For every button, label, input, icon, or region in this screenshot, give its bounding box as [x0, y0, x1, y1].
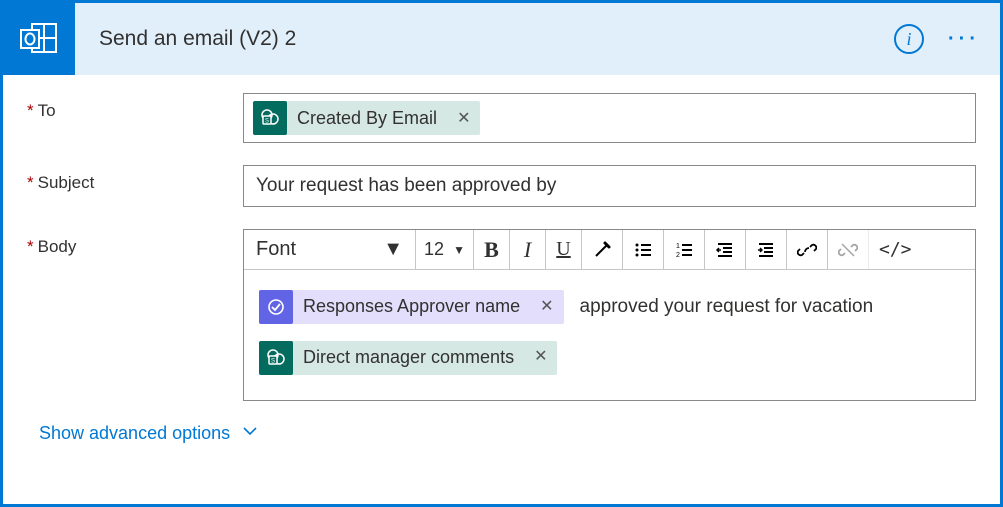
token-label: Created By Email: [287, 108, 447, 129]
token-remove-icon[interactable]: ✕: [524, 338, 557, 376]
link-button[interactable]: [787, 230, 828, 269]
token-label: Direct manager comments: [293, 336, 524, 379]
more-options-button[interactable]: ···: [948, 28, 980, 51]
row-body: *Body Font ▼ 12 ▼ B I U: [27, 229, 976, 401]
label-to: *To: [27, 93, 243, 121]
card-title: Send an email (V2) 2: [75, 27, 894, 51]
indent-button[interactable]: [746, 230, 787, 269]
sharepoint-icon: S: [253, 101, 287, 135]
token-created-by-email[interactable]: S Created By Email ✕: [253, 101, 480, 135]
caret-down-icon: ▼: [383, 238, 403, 261]
token-label: Responses Approver name: [293, 285, 530, 328]
to-field[interactable]: S Created By Email ✕: [243, 93, 976, 143]
send-email-action-card: Send an email (V2) 2 i ··· *To S Created: [0, 0, 1003, 507]
token-remove-icon[interactable]: ✕: [530, 288, 563, 326]
underline-button[interactable]: U: [546, 230, 582, 269]
info-icon[interactable]: i: [894, 24, 924, 54]
caret-down-icon: ▼: [453, 243, 465, 257]
bullet-list-button[interactable]: [623, 230, 664, 269]
show-advanced-options[interactable]: Show advanced options: [39, 423, 976, 444]
row-subject: *Subject: [27, 165, 976, 207]
body-field: Font ▼ 12 ▼ B I U: [243, 229, 976, 401]
sharepoint-icon: S: [259, 341, 293, 375]
outdent-button[interactable]: [705, 230, 746, 269]
token-remove-icon[interactable]: ✕: [447, 108, 480, 128]
chevron-down-icon: [242, 423, 258, 444]
numbered-list-button[interactable]: 12: [664, 230, 705, 269]
svg-text:2: 2: [676, 252, 680, 259]
italic-button[interactable]: I: [510, 230, 546, 269]
row-to: *To S Created By Email ✕: [27, 93, 976, 143]
unlink-button[interactable]: [828, 230, 869, 269]
svg-text:1: 1: [676, 243, 680, 250]
body-text: approved your request for vacation: [580, 284, 874, 330]
code-view-button[interactable]: </>: [869, 230, 922, 269]
font-color-button[interactable]: [582, 230, 623, 269]
subject-field[interactable]: [243, 165, 976, 207]
card-header: Send an email (V2) 2 i ···: [3, 3, 1000, 75]
svg-text:S: S: [271, 358, 275, 364]
font-size-select[interactable]: 12 ▼: [416, 230, 474, 269]
form-area: *To S Created By Email ✕: [3, 75, 1000, 454]
token-manager-comments[interactable]: S Direct manager comments ✕: [259, 341, 557, 375]
svg-text:S: S: [265, 119, 269, 125]
approvals-icon: [259, 290, 293, 324]
bold-button[interactable]: B: [474, 230, 510, 269]
outlook-icon: [3, 3, 75, 75]
font-select[interactable]: Font ▼: [244, 230, 416, 269]
subject-input[interactable]: [250, 171, 969, 201]
label-body: *Body: [27, 229, 243, 257]
rich-text-toolbar: Font ▼ 12 ▼ B I U: [244, 230, 975, 270]
body-editor[interactable]: Responses Approver name ✕ approved your …: [244, 270, 975, 400]
label-subject: *Subject: [27, 165, 243, 193]
token-approver-name[interactable]: Responses Approver name ✕: [259, 290, 564, 324]
